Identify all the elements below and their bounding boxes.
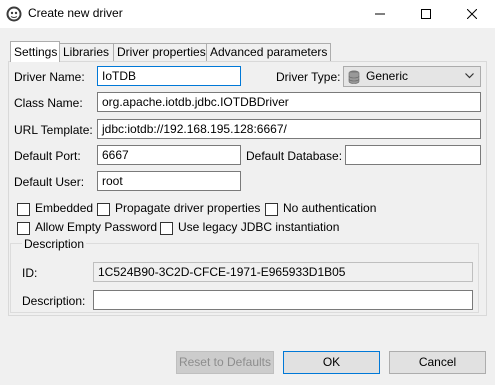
tab-settings[interactable]: Settings (10, 41, 60, 62)
driver-name-label: Driver Name: (14, 70, 85, 84)
default-database-field[interactable] (345, 145, 481, 165)
class-name-field[interactable]: org.apache.iotdb.jdbc.IOTDBDriver (97, 92, 481, 112)
checkbox-box (160, 222, 173, 235)
driver-type-label: Driver Type: (276, 70, 341, 84)
tab-advanced-parameters[interactable]: Advanced parameters (206, 43, 331, 61)
maximize-icon (421, 9, 431, 19)
description-label: Description: (22, 294, 86, 308)
allow-empty-password-label: Allow Empty Password (35, 220, 158, 234)
url-template-field[interactable]: jdbc:iotdb://192.168.195.128:6667/ (97, 119, 481, 139)
propagate-driver-properties-label: Propagate driver properties (115, 201, 261, 215)
window-title: Create new driver (28, 6, 123, 20)
default-port-label: Default Port: (14, 149, 81, 163)
driver-name-field[interactable]: IoTDB (97, 66, 241, 86)
tab-libraries[interactable]: Libraries (59, 43, 114, 61)
checkbox-box (265, 203, 278, 216)
tab-advanced-parameters-label: Advanced parameters (210, 45, 328, 59)
ok-button[interactable]: OK (283, 351, 380, 374)
tab-settings-label: Settings (14, 45, 58, 59)
chevron-down-icon (465, 73, 474, 79)
minimize-button[interactable] (357, 0, 403, 28)
class-name-label: Class Name: (14, 96, 83, 110)
url-template-label: URL Template: (14, 123, 93, 137)
driver-type-select[interactable]: Generic (343, 66, 481, 87)
maximize-button[interactable] (403, 0, 449, 28)
no-authentication-label: No authentication (283, 201, 377, 215)
cancel-button[interactable]: Cancel (389, 351, 486, 374)
dbeaver-beaver-icon (6, 6, 22, 22)
id-field[interactable]: 1C524B90-3C2D-CFCE-1971-E965933D1B05 (93, 262, 473, 282)
title-bar: Create new driver (0, 0, 495, 28)
tab-driver-properties[interactable]: Driver properties (113, 43, 207, 61)
database-icon (348, 70, 360, 84)
driver-type-value: Generic (366, 69, 409, 83)
id-label: ID: (22, 266, 38, 280)
tab-driver-properties-label: Driver properties (117, 45, 206, 59)
checkbox-box (17, 222, 30, 235)
tab-libraries-label: Libraries (63, 45, 110, 59)
close-icon (467, 9, 477, 19)
description-field[interactable] (93, 290, 473, 310)
default-database-label: Default Database: (246, 149, 343, 163)
default-user-label: Default User: (14, 175, 85, 189)
default-port-field[interactable]: 6667 (97, 145, 241, 165)
reset-to-defaults-button[interactable]: Reset to Defaults (176, 351, 274, 374)
use-legacy-jdbc-label: Use legacy JDBC instantiation (178, 220, 340, 234)
checkbox-box (17, 203, 30, 216)
default-user-field[interactable]: root (97, 171, 241, 191)
close-button[interactable] (449, 0, 495, 28)
description-group-title: Description (22, 237, 87, 251)
checkbox-box (97, 203, 110, 216)
minimize-icon (375, 13, 385, 15)
embedded-label: Embedded (35, 201, 94, 215)
